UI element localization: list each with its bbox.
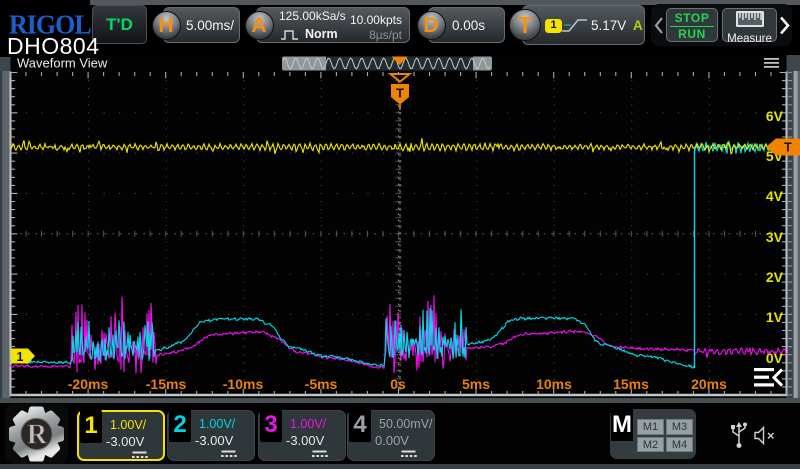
svg-text:5ms: 5ms <box>462 376 490 392</box>
svg-text:R: R <box>27 420 48 451</box>
svg-text:1V: 1V <box>766 309 784 325</box>
svg-text:-10ms: -10ms <box>223 376 264 392</box>
svg-text:3V: 3V <box>766 229 784 245</box>
svg-text:0s: 0s <box>390 376 406 392</box>
svg-text:-20ms: -20ms <box>68 376 109 392</box>
svg-text:2V: 2V <box>766 269 784 285</box>
svg-text:T: T <box>784 141 792 155</box>
svg-text:4V: 4V <box>766 188 784 204</box>
svg-text:10ms: 10ms <box>536 376 572 392</box>
svg-text:-5ms: -5ms <box>305 376 338 392</box>
svg-text:1: 1 <box>17 350 24 364</box>
svg-text:20ms: 20ms <box>691 376 727 392</box>
svg-text:T: T <box>396 86 404 101</box>
svg-text:-15ms: -15ms <box>146 376 187 392</box>
svg-text:15ms: 15ms <box>613 376 649 392</box>
svg-text:6V: 6V <box>766 108 784 124</box>
